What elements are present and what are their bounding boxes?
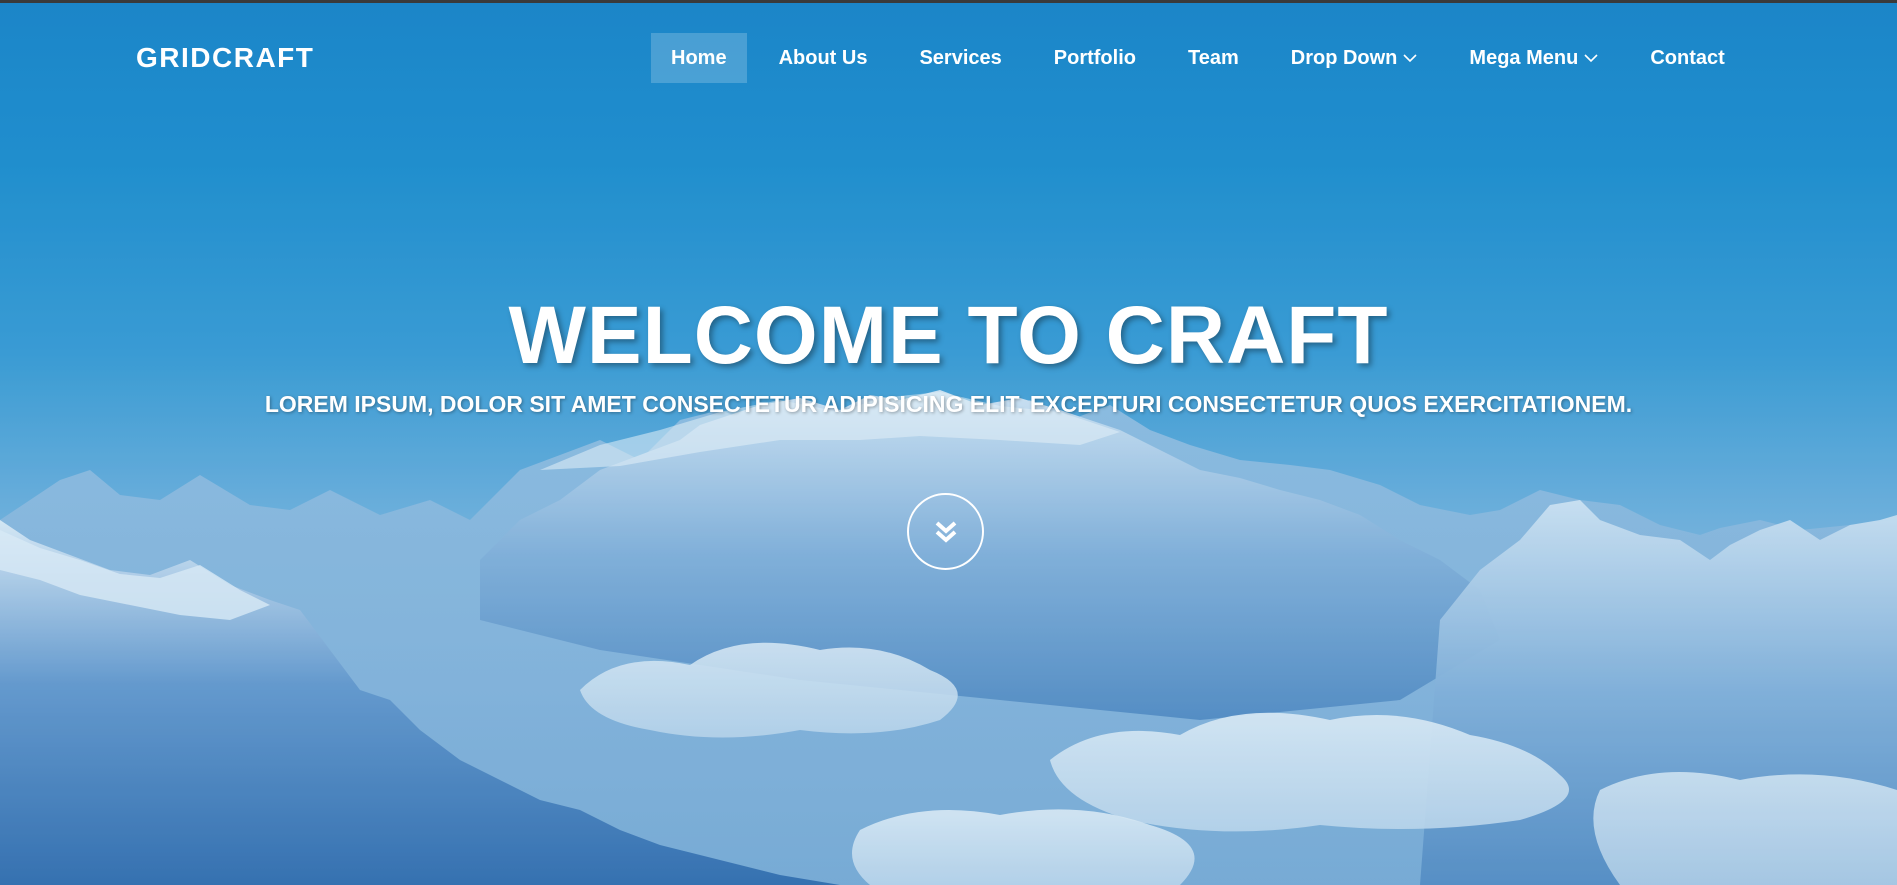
- navbar: GRIDCRAFT Home About Us Services Portfol…: [0, 0, 1897, 115]
- nav-item-label: Drop Down: [1290, 46, 1398, 69]
- nav-item-label: About Us: [778, 46, 868, 69]
- nav-item-team[interactable]: Team: [1168, 33, 1259, 83]
- nav-item-contact[interactable]: Contact: [1630, 33, 1744, 83]
- nav-item-drop-down[interactable]: Drop Down: [1271, 33, 1438, 83]
- double-chevron-down-icon: [935, 521, 957, 543]
- nav-item-mega-menu[interactable]: Mega Menu: [1449, 33, 1618, 83]
- nav-item-label: Portfolio: [1053, 46, 1136, 69]
- hero-title: WELCOME TO CRAFT: [508, 290, 1389, 381]
- hero-background-image: [0, 0, 1897, 885]
- nav-menu: Home About Us Services Portfolio Team Dr…: [651, 33, 1757, 83]
- nav-item-label: Mega Menu: [1469, 46, 1579, 69]
- nav-item-label: Contact: [1650, 46, 1725, 69]
- chevron-down-icon: [1584, 54, 1598, 63]
- nav-item-label: Team: [1187, 46, 1239, 69]
- brand-logo[interactable]: GRIDCRAFT: [136, 42, 314, 74]
- nav-item-label: Services: [919, 46, 1002, 69]
- nav-item-label: Home: [671, 46, 727, 69]
- chevron-down-icon: [1403, 54, 1417, 63]
- nav-item-services[interactable]: Services: [899, 33, 1021, 83]
- hero-section: GRIDCRAFT Home About Us Services Portfol…: [0, 0, 1897, 885]
- hero-subtitle: LOREM IPSUM, DOLOR SIT AMET CONSECTETUR …: [264, 391, 1633, 417]
- blue-overlay: [0, 0, 1897, 885]
- nav-item-portfolio[interactable]: Portfolio: [1034, 33, 1156, 83]
- nav-item-home[interactable]: Home: [651, 33, 747, 83]
- scroll-down-button[interactable]: [907, 493, 984, 570]
- nav-item-about-us[interactable]: About Us: [759, 33, 888, 83]
